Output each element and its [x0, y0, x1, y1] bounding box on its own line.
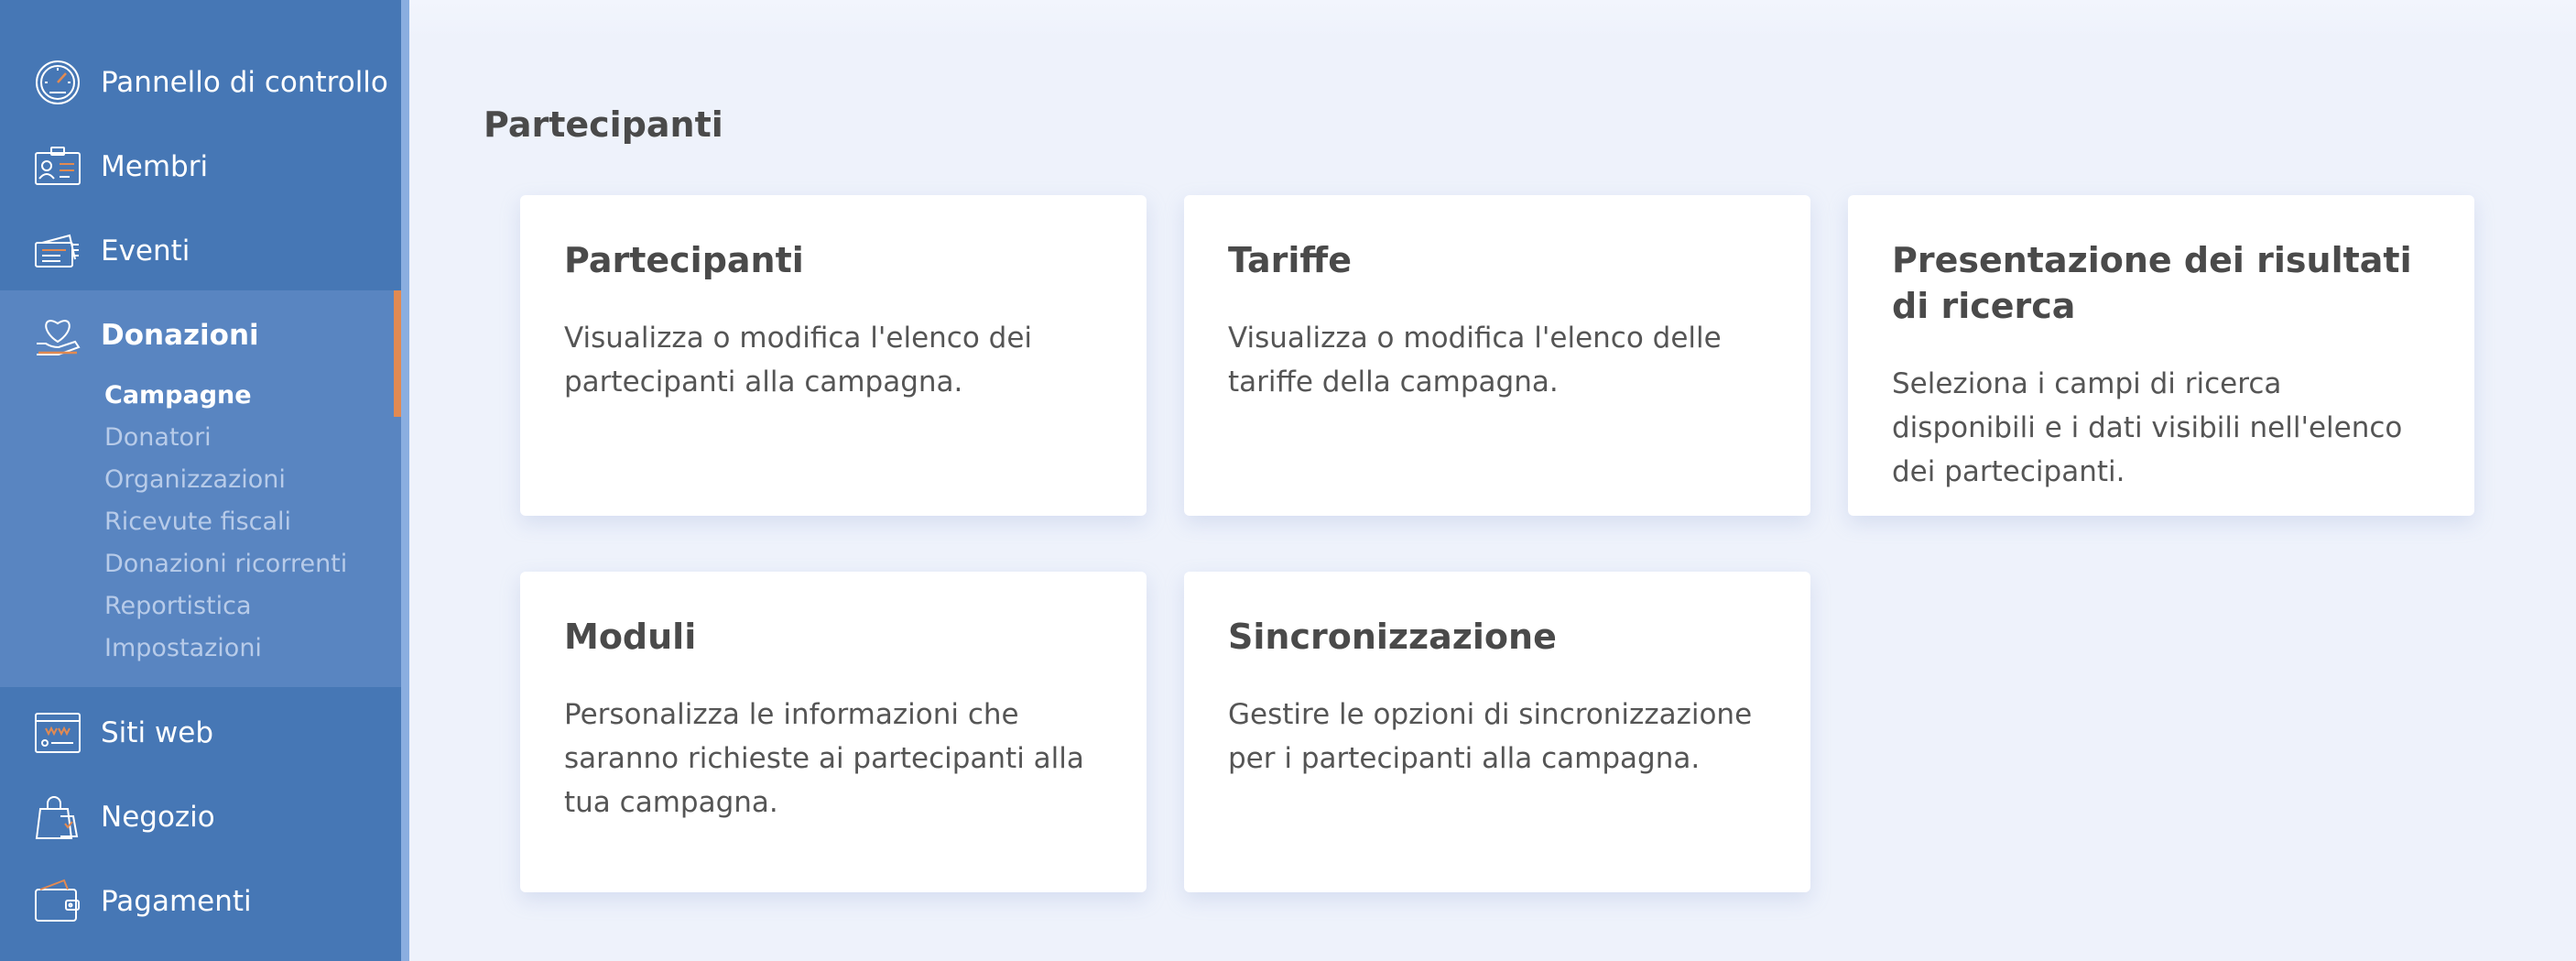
sidebar-item-shop[interactable]: Negozio — [0, 775, 401, 859]
speedometer-icon — [33, 58, 82, 107]
sidebar-subitem-campaigns[interactable]: Campagne — [104, 381, 252, 410]
sidebar-subitem-donors[interactable]: Donatori — [104, 423, 212, 452]
sidebar-item-payments[interactable]: Pagamenti — [0, 859, 401, 944]
sidebar-item-label: Pagamenti — [101, 885, 252, 918]
header-band — [409, 0, 2576, 40]
card-description: Visualizza o modifica l'elenco dei parte… — [564, 322, 1033, 399]
sidebar-item-label: Pannello di controllo — [101, 66, 388, 99]
heart-hand-icon — [33, 311, 82, 360]
card-description: Personalizza le informazioni che saranno… — [564, 698, 1084, 819]
sidebar-item-donations[interactable]: Donazioni — [0, 293, 401, 377]
card-title: Sincronizzazione — [1228, 617, 1557, 657]
card-participants[interactable]: Partecipanti Visualizza o modifica l'ele… — [520, 195, 1147, 516]
sidebar-subitem-tax-receipts[interactable]: Ricevute fiscali — [104, 508, 291, 536]
card-rates[interactable]: Tariffe Visualizza o modifica l'elenco d… — [1184, 195, 1810, 516]
id-card-icon — [33, 142, 82, 191]
sidebar-subitem-reports[interactable]: Reportistica — [104, 592, 252, 620]
website-icon — [33, 708, 82, 758]
sidebar-item-websites[interactable]: Siti web — [0, 691, 401, 775]
card-description: Gestire le opzioni di sincronizzazione p… — [1228, 698, 1753, 775]
shopping-bag-icon — [33, 792, 82, 842]
sidebar-item-dashboard[interactable]: Pannello di controllo — [0, 40, 401, 125]
sidebar-item-label: Membri — [101, 150, 209, 183]
card-title: Presentazione dei risultati di ricerca — [1892, 240, 2412, 326]
card-title: Moduli — [564, 617, 697, 657]
card-sync[interactable]: Sincronizzazione Gestire le opzioni di s… — [1184, 572, 1810, 892]
sidebar-subitem-organizations[interactable]: Organizzazioni — [104, 465, 286, 494]
card-description: Seleziona i campi di ricerca disponibili… — [1892, 367, 2403, 488]
sidebar-item-members[interactable]: Membri — [0, 125, 401, 209]
card-title: Tariffe — [1228, 240, 1352, 280]
sidebar-edge — [401, 0, 409, 961]
sidebar-item-label: Donazioni — [101, 319, 259, 352]
card-title: Partecipanti — [564, 240, 804, 280]
card-search-results[interactable]: Presentazione dei risultati di ricerca S… — [1848, 195, 2474, 516]
page-title: Partecipanti — [484, 104, 723, 145]
sidebar-item-events[interactable]: Eventi — [0, 209, 401, 293]
sidebar-item-label: Negozio — [101, 801, 215, 834]
tickets-icon — [33, 226, 82, 276]
card-description: Visualizza o modifica l'elenco delle tar… — [1228, 322, 1722, 399]
sidebar-subitem-recurring-donations[interactable]: Donazioni ricorrenti — [104, 550, 347, 578]
card-forms[interactable]: Moduli Personalizza le informazioni che … — [520, 572, 1147, 892]
wallet-icon — [33, 877, 82, 926]
sidebar-item-label: Eventi — [101, 235, 190, 268]
sidebar-subitem-settings[interactable]: Impostazioni — [104, 634, 262, 662]
sidebar-item-label: Siti web — [101, 716, 214, 749]
